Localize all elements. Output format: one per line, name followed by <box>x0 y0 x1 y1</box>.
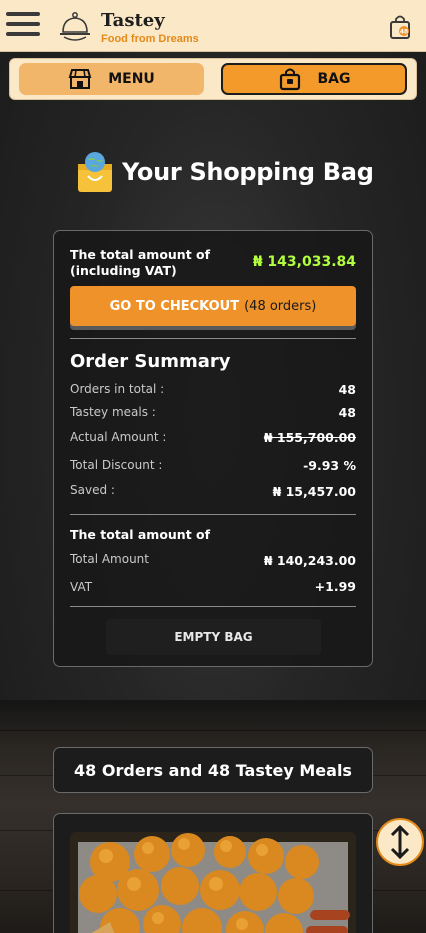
menu-button[interactable]: MENU <box>19 63 204 95</box>
actual-amount-label: Actual Amount : <box>70 430 167 444</box>
scroll-toggle-button[interactable] <box>376 818 424 866</box>
total-amount-value: ₦ 140,243.00 <box>263 553 356 568</box>
scroll-toggle-icon <box>390 825 410 859</box>
total-discount-value: -9.93 % <box>303 458 356 473</box>
bag-count-badge: 48 <box>400 29 408 36</box>
meal-image <box>70 832 356 933</box>
checkout-button[interactable]: GO TO CHECKOUT (48 orders) <box>70 286 356 326</box>
cloche-logo-icon[interactable] <box>58 10 92 44</box>
empty-bag-button[interactable]: EMPTY BAG <box>106 619 321 655</box>
divider <box>70 338 356 339</box>
vat-value: +1.99 <box>314 579 356 594</box>
divider <box>70 606 356 607</box>
menu-button-label: MENU <box>108 71 155 87</box>
total-vat-value: ₦ 143,033.84 <box>252 254 356 270</box>
divider <box>70 514 356 515</box>
checkout-order-count: (48 orders) <box>244 298 317 314</box>
total-amount-label: Total Amount <box>70 552 149 566</box>
actual-amount-value: ₦ 155,700.00 <box>263 430 356 445</box>
bag-summary-card: The total amount of (including VAT) ₦ 14… <box>53 230 373 667</box>
orders-heading: 48 Orders and 48 Tastey Meals <box>53 747 373 793</box>
store-icon <box>68 69 92 89</box>
nav-bar: MENU BAG <box>9 58 417 100</box>
page-title-row: Your Shopping Bag <box>76 150 374 194</box>
brand-tagline: Food from Dreams <box>101 33 199 45</box>
top-header: Tastey Food from Dreams 48 <box>0 0 426 52</box>
total-vat-label: The total amount of (including VAT) <box>70 247 211 278</box>
checkout-button-label: GO TO CHECKOUT <box>109 298 240 314</box>
order-summary-title: Order Summary <box>70 351 231 372</box>
saved-value: ₦ 15,457.00 <box>272 484 356 499</box>
total-discount-label: Total Discount : <box>70 458 163 472</box>
total-amount-section-title: The total amount of <box>70 527 211 542</box>
brand-name[interactable]: Tastey <box>101 10 165 31</box>
tastey-meals-label: Tastey meals : <box>70 405 156 419</box>
bag-button-label: BAG <box>317 71 351 87</box>
orders-total-value: 48 <box>338 382 356 397</box>
vat-label: VAT <box>70 580 93 594</box>
meal-card[interactable] <box>53 813 373 933</box>
shopping-bag-icon[interactable]: 48 <box>389 14 411 40</box>
shopping-bag-icon <box>279 68 300 91</box>
bag-button[interactable]: BAG <box>221 63 407 95</box>
tastey-meals-value: 48 <box>338 405 356 420</box>
menu-hamburger-icon[interactable] <box>6 12 40 40</box>
page-title: Your Shopping Bag <box>122 158 374 186</box>
globe-bag-icon <box>78 152 112 192</box>
saved-label: Saved : <box>70 483 115 497</box>
orders-total-label: Orders in total : <box>70 382 165 396</box>
